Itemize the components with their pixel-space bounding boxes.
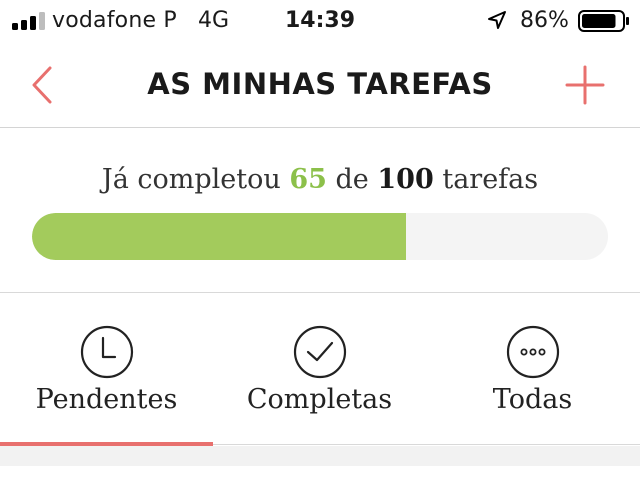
tab-label: Todas [492, 384, 573, 415]
tab-label: Completas [246, 384, 393, 415]
ellipsis-icon [506, 325, 559, 379]
progress-bar [32, 213, 608, 260]
status-bar: vodafone P 4G 14:39 86% [0, 0, 640, 42]
tab-completas[interactable]: Completas [213, 294, 426, 446]
clock-icon [80, 325, 133, 379]
progress-summary: Já completou 65 de 100 tarefas [0, 163, 640, 197]
task-list [0, 446, 640, 504]
page-title: AS MINHAS TAREFAS [147, 67, 493, 101]
battery-percent: 86% [520, 8, 569, 33]
plus-icon [565, 65, 605, 105]
progress-prefix: Já completou [101, 164, 281, 195]
task-list-header [0, 446, 640, 466]
progress-middle: de [335, 164, 369, 195]
progress-suffix: tarefas [442, 164, 539, 195]
battery-icon [578, 10, 629, 32]
progress-bar-fill [32, 213, 407, 260]
tab-todas[interactable]: Todas [426, 294, 639, 446]
tab-pendentes[interactable]: Pendentes [0, 294, 213, 446]
total-count: 100 [377, 164, 434, 195]
location-arrow-icon [488, 11, 506, 29]
task-filter-tabs: Pendentes Completas Todas [0, 294, 640, 446]
checkmark-icon [293, 325, 346, 379]
progress-section: Já completou 65 de 100 tarefas [0, 129, 640, 293]
tab-label: Pendentes [35, 384, 178, 415]
completed-count: 65 [289, 164, 327, 195]
add-task-button[interactable] [560, 62, 610, 108]
navigation-bar: AS MINHAS TAREFAS [0, 42, 640, 128]
